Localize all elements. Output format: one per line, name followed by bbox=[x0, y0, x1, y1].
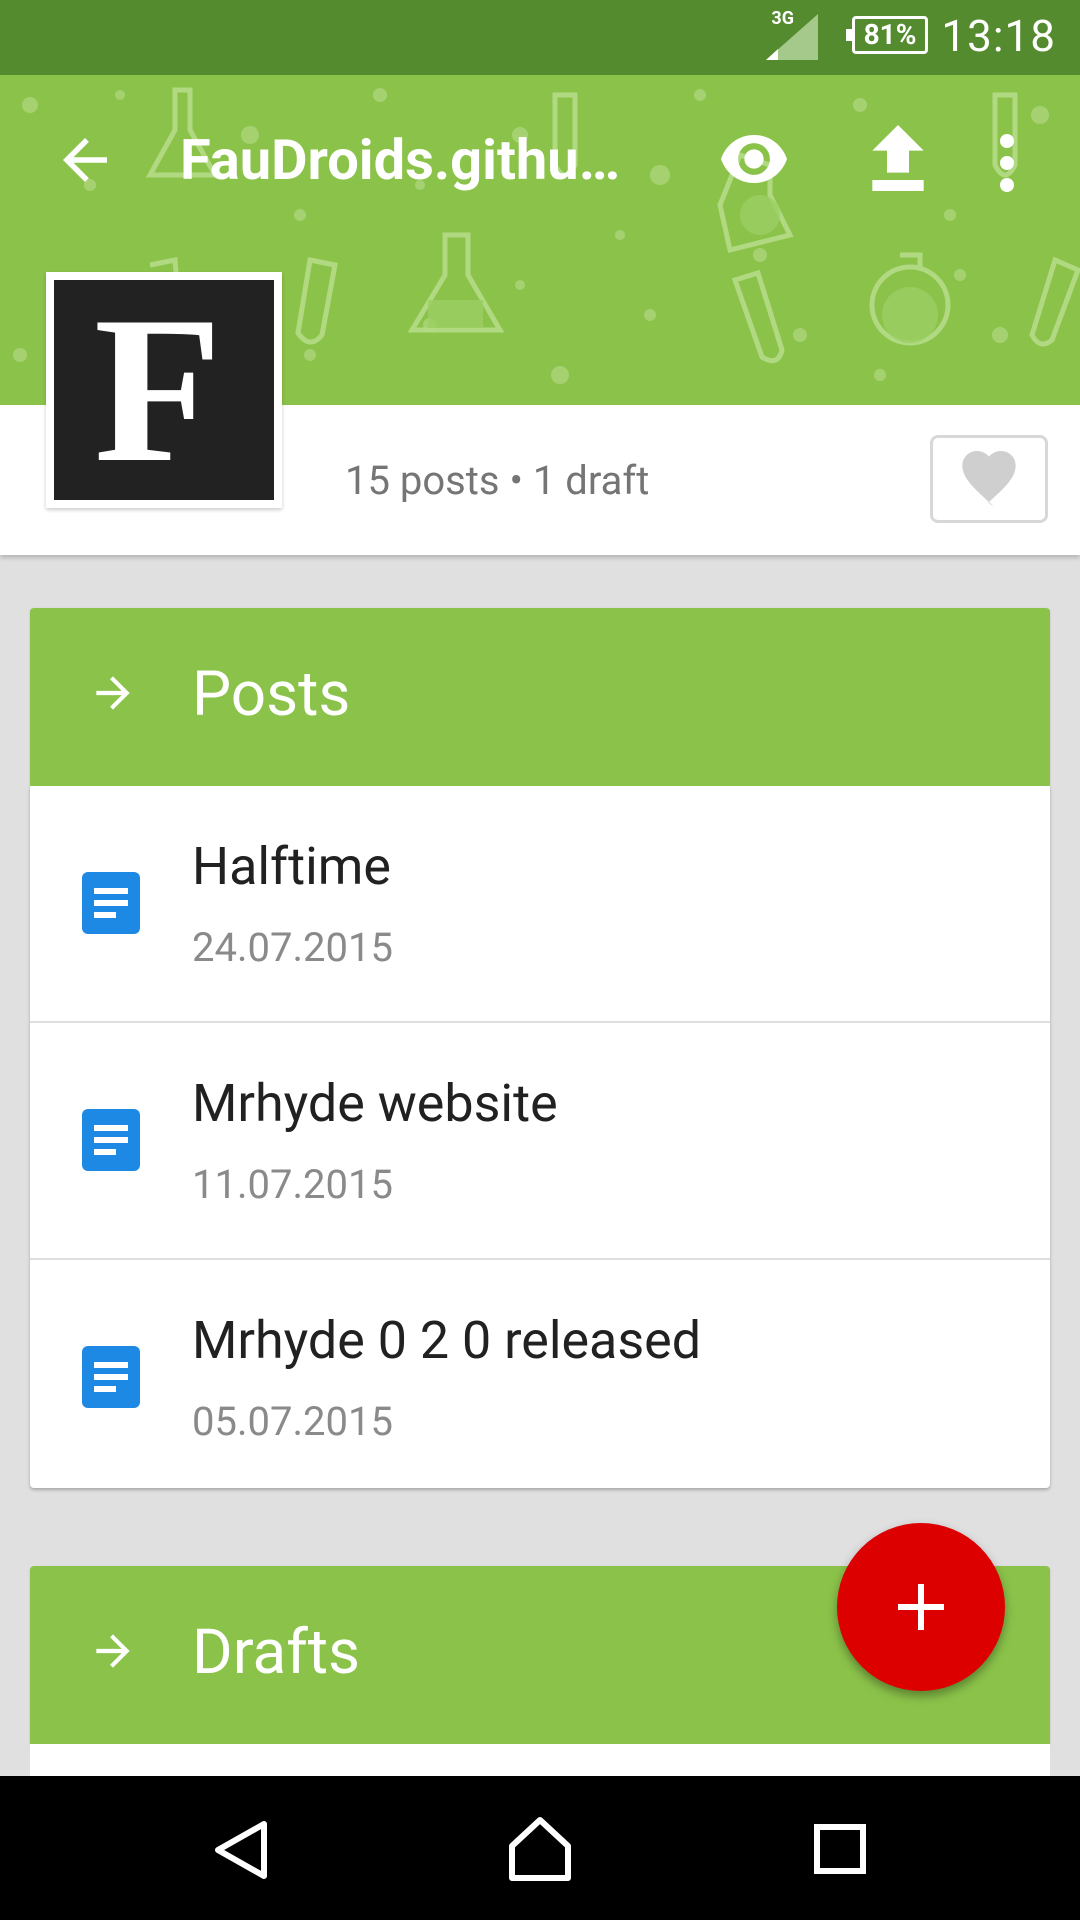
post-date: 11.07.2015 bbox=[192, 1161, 393, 1208]
eye-icon[interactable] bbox=[718, 129, 790, 189]
drafts-list bbox=[30, 1744, 1050, 1776]
posts-list: Halftime 24.07.2015 Mrhyde website 11.07… bbox=[30, 786, 1050, 1488]
upload-icon[interactable] bbox=[872, 125, 924, 191]
post-title: Halftime bbox=[192, 836, 391, 897]
nav-back-icon[interactable] bbox=[212, 1820, 272, 1880]
plus-icon bbox=[898, 1584, 944, 1630]
more-vert-icon[interactable] bbox=[990, 133, 1024, 193]
status-bar: 3G 81% 13:18 bbox=[0, 0, 1080, 75]
drafts-section-label: Drafts bbox=[192, 1616, 361, 1689]
clock: 13:18 bbox=[941, 10, 1056, 62]
blog-logo-f: F bbox=[94, 274, 222, 506]
favorite-button[interactable] bbox=[930, 435, 1048, 523]
arrow-right-icon bbox=[96, 676, 130, 710]
list-item[interactable]: Mrhyde website 11.07.2015 bbox=[30, 1023, 1050, 1260]
arrow-right-icon bbox=[96, 1634, 130, 1668]
document-icon bbox=[82, 1346, 140, 1408]
post-date: 05.07.2015 bbox=[192, 1398, 393, 1445]
page-title: FauDroids.githu… bbox=[180, 127, 621, 193]
system-nav-bar bbox=[0, 1776, 1080, 1920]
list-item[interactable]: Mrhyde 0 2 0 released 05.07.2015 bbox=[30, 1260, 1050, 1488]
list-item[interactable]: Halftime 24.07.2015 bbox=[30, 786, 1050, 1023]
battery-indicator: 81% bbox=[846, 16, 928, 54]
nav-recents-icon[interactable] bbox=[814, 1824, 866, 1874]
document-icon bbox=[82, 1109, 140, 1171]
signal-icon bbox=[766, 14, 818, 60]
post-title: Mrhyde website bbox=[192, 1073, 558, 1134]
post-date: 24.07.2015 bbox=[192, 924, 393, 971]
post-title: Mrhyde 0 2 0 released bbox=[192, 1310, 702, 1371]
heart-icon bbox=[962, 451, 1016, 507]
post-count-text: 15 posts • 1 draft bbox=[345, 457, 650, 504]
posts-section-header[interactable]: Posts bbox=[30, 608, 1050, 786]
nav-home-icon[interactable] bbox=[506, 1816, 574, 1882]
back-arrow-icon[interactable] bbox=[52, 127, 118, 193]
add-post-button[interactable] bbox=[837, 1523, 1005, 1691]
document-icon bbox=[82, 872, 140, 934]
posts-section-label: Posts bbox=[192, 658, 351, 731]
blog-avatar: F bbox=[46, 272, 282, 508]
svg-text:F: F bbox=[94, 280, 222, 500]
